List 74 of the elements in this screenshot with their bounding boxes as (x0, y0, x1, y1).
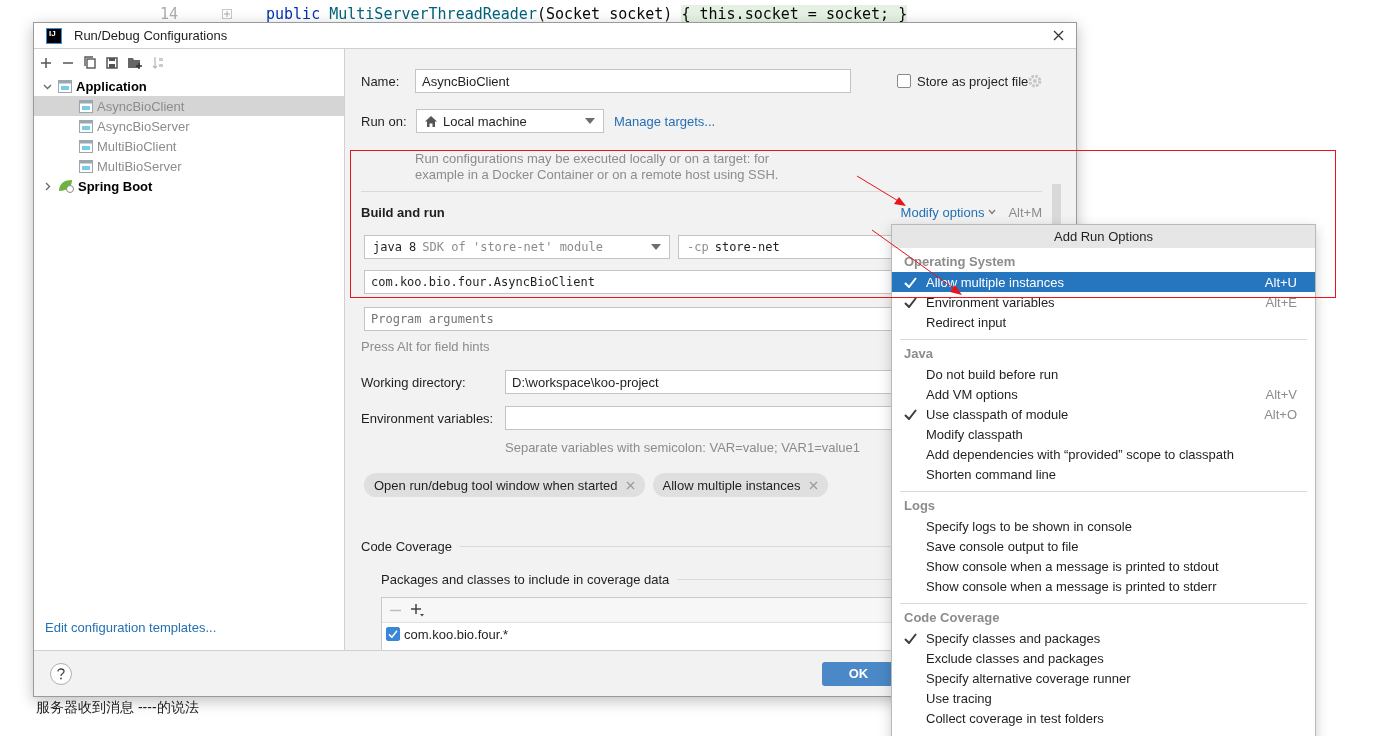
help-button[interactable] (50, 662, 72, 685)
section-title: Packages and classes to include in coverage data (381, 571, 670, 587)
leaf-icon (58, 179, 74, 193)
option-chip[interactable]: Open run/debug tool window when started (364, 473, 645, 497)
run-on-dropdown[interactable]: Local machine (416, 109, 604, 133)
menu-item[interactable]: Collect coverage in test folders (892, 708, 1315, 728)
menu-item[interactable]: Show console when a message is printed to stderr (892, 576, 1315, 596)
menu-item[interactable]: Shorten command line (892, 464, 1315, 484)
shortcut-text: Alt+E (1265, 294, 1297, 310)
tree-item[interactable]: AsyncBioServer (34, 116, 344, 136)
environment-variables-label: Environment variables: (361, 410, 495, 426)
group-header: Java (904, 345, 933, 361)
name-label: Name: (361, 73, 401, 89)
section-title: Code Coverage (361, 538, 453, 554)
arrow-drawing (856, 175, 906, 206)
configuration-icon (79, 139, 93, 153)
add-icon[interactable] (40, 56, 52, 69)
question-icon (57, 667, 65, 680)
modify-options-link[interactable]: Modify options (900, 204, 985, 220)
group-header: Code Coverage (904, 609, 1000, 625)
menu-item[interactable]: Modify classpath (892, 424, 1315, 444)
working-directory-label: Working directory: (361, 374, 467, 390)
shortcut-text: Alt+O (1264, 406, 1297, 422)
pattern-text: com.koo.bio.four.* (404, 626, 509, 642)
menu-item[interactable]: Specify alternative coverage runner (892, 668, 1315, 688)
caret-icon (585, 118, 595, 124)
templates-link[interactable]: Edit configuration templates... (45, 620, 217, 635)
menu-item[interactable]: Show console when a message is printed to stdout (892, 556, 1315, 576)
pattern-checkbox[interactable] (386, 627, 400, 641)
caret-icon (651, 244, 661, 250)
configuration-icon (79, 119, 93, 133)
app-logo: IJ (46, 27, 62, 44)
menu-item[interactable]: Specify classes and packages (892, 628, 1315, 648)
menu-item[interactable]: Add dependencies with “provided” scope to classpath (892, 444, 1315, 464)
add-icon[interactable] (411, 603, 424, 617)
hint-text: Separate variables with semicolon: VAR=value; VAR1=value1 (505, 440, 861, 455)
popup-title: Add Run Options (1054, 229, 1153, 244)
tree-item[interactable]: Application (34, 76, 344, 96)
close-icon[interactable] (1053, 30, 1064, 41)
run-on-label: Run on: (361, 113, 408, 129)
group-header: Logs (904, 497, 936, 513)
hint-text: Press Alt for field hints (361, 339, 490, 354)
tree-item[interactable]: MultiBioServer (34, 156, 344, 176)
menu-item[interactable]: Specify logs to be shown in console (892, 516, 1315, 536)
shortcut-text: Alt+M (1008, 204, 1042, 220)
menu-item[interactable]: Use tracing (892, 688, 1315, 708)
home-icon (425, 115, 437, 127)
shortcut-text: Alt+V (1265, 386, 1297, 402)
menu-item[interactable]: Save console output to file (892, 536, 1315, 556)
copy-icon[interactable] (84, 56, 96, 69)
hint-text: Run configurations may be executed locally or on a target: for (415, 151, 771, 167)
option-chip[interactable]: Allow multiple instances (652, 473, 828, 497)
hint-text: example in a Docker Container or on a remote host using SSH. (415, 167, 780, 183)
shortcut-text: Alt+U (1264, 274, 1297, 290)
store-label: Store as project file (917, 73, 1029, 89)
line-number: 14 (160, 5, 180, 23)
menu-item[interactable]: Use classpath of module Alt+O (892, 404, 1315, 424)
chevron-icon (988, 209, 997, 215)
store-checkbox[interactable] (897, 74, 911, 88)
save-icon[interactable] (106, 56, 118, 69)
manage-targets-link[interactable]: Manage targets... (614, 113, 716, 129)
section-title: Build and run (361, 204, 445, 220)
tree-item[interactable]: Spring Boot (34, 176, 344, 196)
menu-item[interactable]: Exclude classes and packages (892, 648, 1315, 668)
configuration-icon (79, 159, 93, 173)
name-field[interactable]: AsyncBioClient (415, 69, 851, 93)
console-output: 服务器收到消息 ----的说法 (36, 699, 199, 717)
code-line: public MultiServerThreadReader(Socket socket) { this.socket = socket; } (266, 5, 908, 23)
fold-icon (222, 9, 232, 19)
configuration-icon (79, 99, 93, 113)
sdk-dropdown[interactable]: java 8 SDK of 'store-net' module (364, 235, 670, 259)
folder-add-icon[interactable] (128, 56, 142, 69)
window-title: Run/Debug Configurations (74, 28, 228, 43)
application-icon (58, 79, 72, 93)
